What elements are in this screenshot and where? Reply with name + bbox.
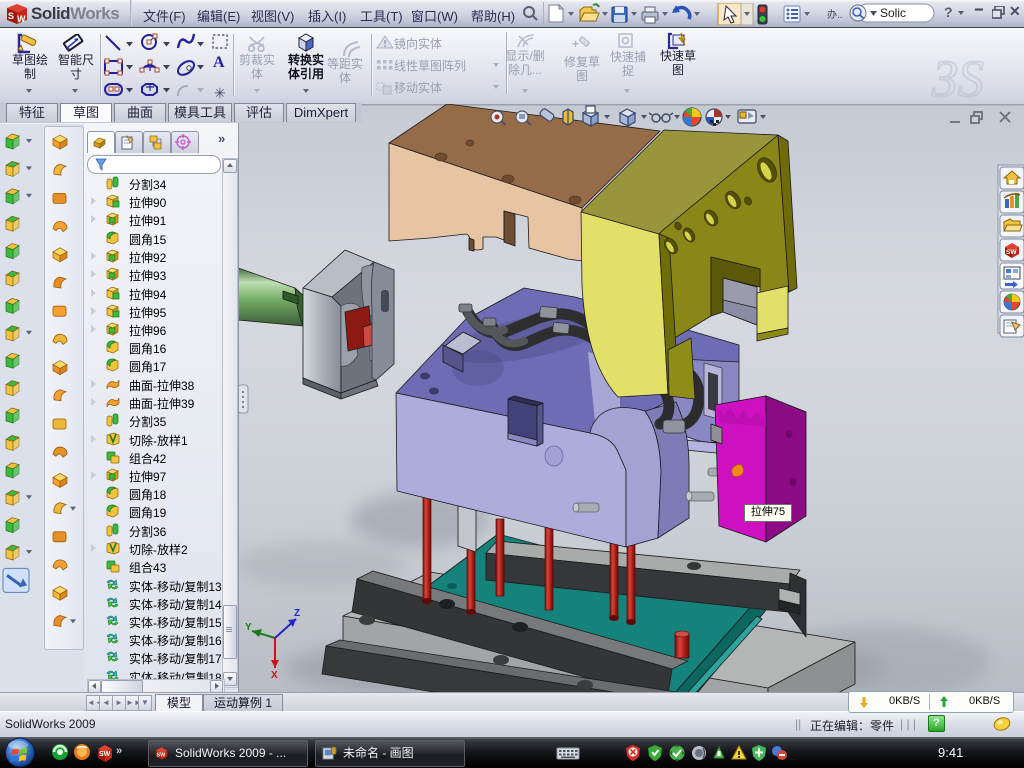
svg-text:Z: Z [294,608,300,619]
svg-text:SW: SW [1006,249,1017,256]
svg-text:✳: ✳ [214,85,226,101]
svg-text:SW: SW [99,751,111,758]
svg-text:W: W [17,14,26,24]
svg-text:+: + [572,37,579,51]
svg-text:Y: Y [245,622,252,633]
svg-text:Solic: Solic [880,6,906,20]
svg-text:ЗS: ЗS [932,51,984,103]
svg-text:X: X [271,670,278,681]
svg-text:»: » [116,745,122,757]
svg-text:S: S [8,11,14,21]
svg-text:办..: 办.. [827,8,843,21]
svg-text:SW: SW [157,752,167,758]
svg-text:A: A [213,54,225,71]
